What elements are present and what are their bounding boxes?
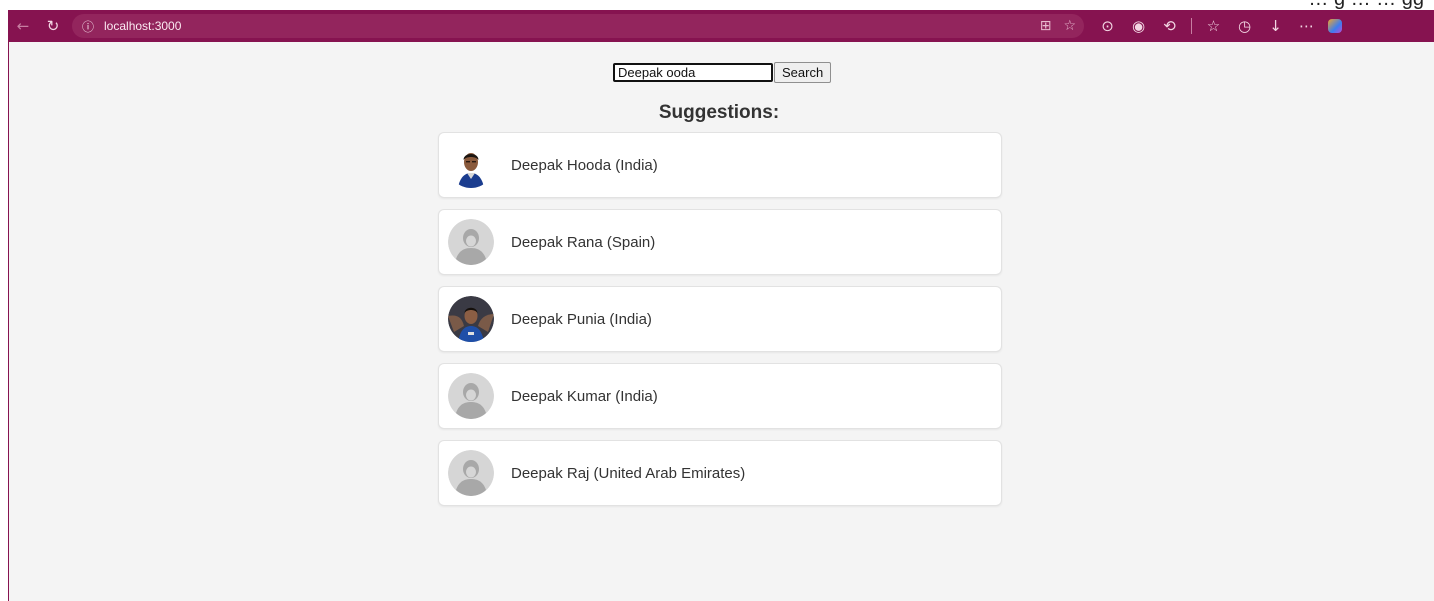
browser-toolbar: ← ↻ ⓘ localhost:3000 ⊞ ☆ ⊙ ◉ ⟲ ☆ ◷ ↓ ⋯ xyxy=(8,10,1434,42)
address-bar[interactable]: ⓘ localhost:3000 ⊞ ☆ xyxy=(72,14,1084,38)
cropped-text: … g … … gg xyxy=(1308,0,1424,10)
address-url: localhost:3000 xyxy=(104,19,182,33)
suggestion-item[interactable]: Deepak Hooda (India) xyxy=(438,132,1002,198)
extension-circle-icon[interactable]: ⊙ xyxy=(1092,17,1123,35)
refresh-icon[interactable]: ↻ xyxy=(38,17,68,35)
suggestions-heading: Suggestions: xyxy=(658,102,780,123)
player-photo-avatar xyxy=(448,142,494,188)
cropped-page-strip: … g … … gg xyxy=(0,0,1434,10)
default-user-icon xyxy=(448,373,494,419)
suggestion-item[interactable]: Deepak Punia (India) xyxy=(438,286,1002,352)
address-bar-actions: ⊞ ☆ xyxy=(1040,18,1084,34)
suggestion-label: Deepak Punia (India) xyxy=(511,310,652,328)
suggestion-item[interactable]: Deepak Rana (Spain) xyxy=(438,209,1002,275)
download-icon[interactable]: ↓ xyxy=(1260,17,1291,35)
split-screen-icon[interactable]: ⊞ xyxy=(1040,18,1052,34)
grammar-extension-icon[interactable]: ◉ xyxy=(1123,17,1154,35)
search-bar: Search xyxy=(613,62,832,83)
suggestion-label: Deepak Kumar (India) xyxy=(511,387,658,405)
search-input[interactable] xyxy=(613,63,773,82)
suggestion-label: Deepak Raj (United Arab Emirates) xyxy=(511,464,746,482)
punia-photo-icon xyxy=(448,296,494,342)
history-icon[interactable]: ◷ xyxy=(1229,17,1260,35)
suggestion-label: Deepak Hooda (India) xyxy=(511,156,658,174)
placeholder-avatar xyxy=(448,219,494,265)
info-icon[interactable]: ⓘ xyxy=(82,18,94,35)
hooda-photo-icon xyxy=(448,142,494,188)
toolbar-actions: ⊙ ◉ ⟲ ☆ ◷ ↓ ⋯ xyxy=(1092,17,1342,35)
back-arrow-icon[interactable]: ← xyxy=(8,17,38,35)
suggestion-item[interactable]: Deepak Raj (United Arab Emirates) xyxy=(438,440,1002,506)
default-user-icon xyxy=(448,219,494,265)
suggestions-list: Deepak Hooda (India) Deepak Rana (Spain) xyxy=(438,132,1002,517)
search-button[interactable]: Search xyxy=(774,62,832,83)
favorite-star-icon[interactable]: ☆ xyxy=(1063,18,1076,34)
favorites-icon[interactable]: ☆ xyxy=(1198,17,1229,35)
placeholder-avatar xyxy=(448,450,494,496)
suggestion-label: Deepak Rana (Spain) xyxy=(511,233,656,251)
suggestion-item[interactable]: Deepak Kumar (India) xyxy=(438,363,1002,429)
default-user-icon xyxy=(448,450,494,496)
placeholder-avatar xyxy=(448,373,494,419)
more-menu-icon[interactable]: ⋯ xyxy=(1291,17,1322,35)
toolbar-divider xyxy=(1191,18,1192,34)
extensions-icon[interactable]: ⟲ xyxy=(1154,17,1185,35)
page-viewport: Search Suggestions: Deepak Hooda (India) xyxy=(8,42,1434,601)
copilot-icon[interactable] xyxy=(1328,19,1342,33)
player-photo-avatar xyxy=(448,296,494,342)
